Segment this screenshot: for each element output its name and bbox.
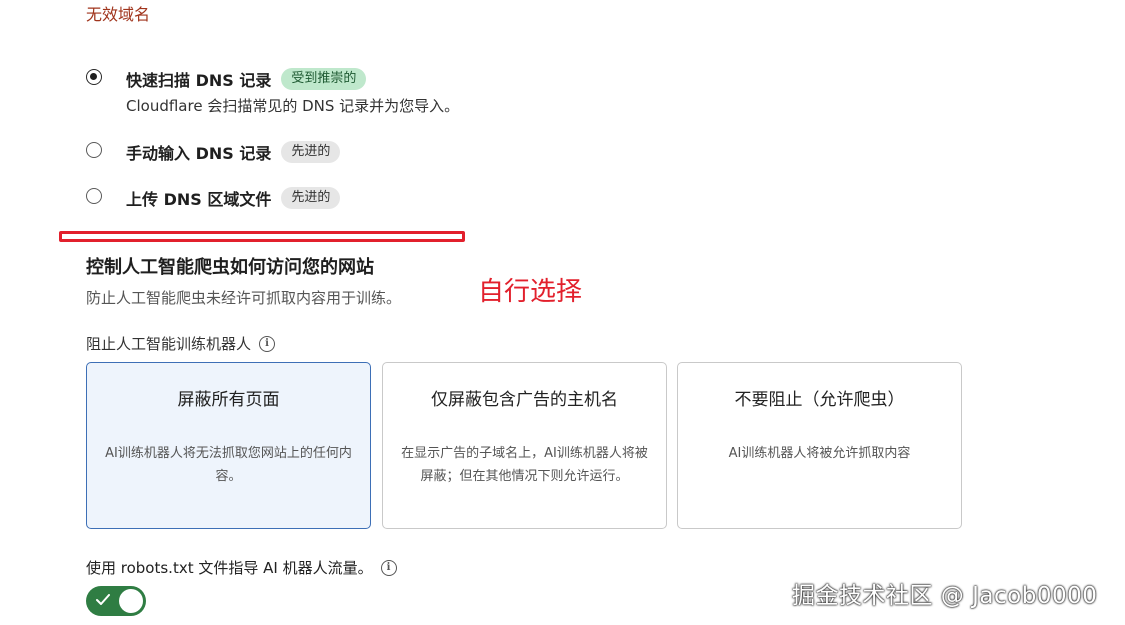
card-desc: 在显示广告的子域名上，AI训练机器人将被屏蔽；但在其他情况下则允许运行。 [401, 446, 648, 484]
card-do-not-block[interactable]: 不要阻止（允许爬虫） AI训练机器人将被允许抓取内容 [677, 362, 962, 529]
ai-section-title: 控制人工智能爬虫如何访问您的网站 [86, 257, 374, 278]
ai-section-desc: 防止人工智能爬虫未经许可抓取内容用于训练。 [86, 289, 402, 307]
option-quick-scan[interactable]: 快速扫描 DNS 记录 受到推崇的 Cloudflare 会扫描常见的 DNS … [86, 67, 459, 116]
card-title: 屏蔽所有页面 [177, 390, 280, 410]
block-ai-bots-label: 阻止人工智能训练机器人 i [86, 333, 276, 354]
robots-txt-toggle[interactable] [86, 586, 146, 616]
radio-manual-entry[interactable] [86, 142, 102, 158]
block-ai-bots-label-text: 阻止人工智能训练机器人 [86, 335, 252, 353]
advanced-badge: 先进的 [281, 187, 341, 209]
option-manual-entry[interactable]: 手动输入 DNS 记录 先进的 [86, 140, 341, 164]
option-manual-entry-label: 手动输入 DNS 记录 [126, 144, 272, 163]
option-upload-zone-file-label: 上传 DNS 区域文件 [126, 190, 272, 209]
radio-upload-zone-file[interactable] [86, 188, 102, 204]
card-title: 不要阻止（允许爬虫） [734, 390, 905, 410]
option-upload-zone-file[interactable]: 上传 DNS 区域文件 先进的 [86, 186, 341, 210]
page: 无效域名 快速扫描 DNS 记录 受到推崇的 Cloudflare 会扫描常见的… [0, 0, 1125, 625]
card-desc: AI训练机器人将无法抓取您网站上的任何内容。 [105, 446, 352, 484]
robots-txt-label: 使用 robots.txt 文件指导 AI 机器人流量。 i [86, 557, 397, 578]
annotation-highlight-box [59, 231, 465, 242]
radio-quick-scan[interactable] [86, 69, 102, 85]
invalid-domain-error: 无效域名 [86, 5, 151, 24]
card-block-all-pages[interactable]: 屏蔽所有页面 AI训练机器人将无法抓取您网站上的任何内容。 [86, 362, 371, 529]
option-quick-scan-desc: Cloudflare 会扫描常见的 DNS 记录并为您导入。 [126, 97, 460, 115]
card-title: 仅屏蔽包含广告的主机名 [431, 390, 618, 410]
card-block-ad-hostnames[interactable]: 仅屏蔽包含广告的主机名 在显示广告的子域名上，AI训练机器人将被屏蔽；但在其他情… [382, 362, 667, 529]
option-quick-scan-label: 快速扫描 DNS 记录 [126, 71, 272, 90]
watermark: 掘金技术社区 @ Jacob0000 [792, 583, 1098, 609]
annotation-text: 自行选择 [478, 277, 583, 307]
check-icon [96, 594, 110, 605]
recommended-badge: 受到推崇的 [281, 68, 367, 90]
card-desc: AI训练机器人将被允许抓取内容 [728, 446, 911, 461]
advanced-badge: 先进的 [281, 141, 341, 163]
robots-txt-label-text: 使用 robots.txt 文件指导 AI 机器人流量。 [86, 559, 373, 577]
toggle-knob [119, 589, 143, 613]
info-icon[interactable]: i [259, 335, 276, 352]
info-icon[interactable]: i [380, 559, 397, 576]
